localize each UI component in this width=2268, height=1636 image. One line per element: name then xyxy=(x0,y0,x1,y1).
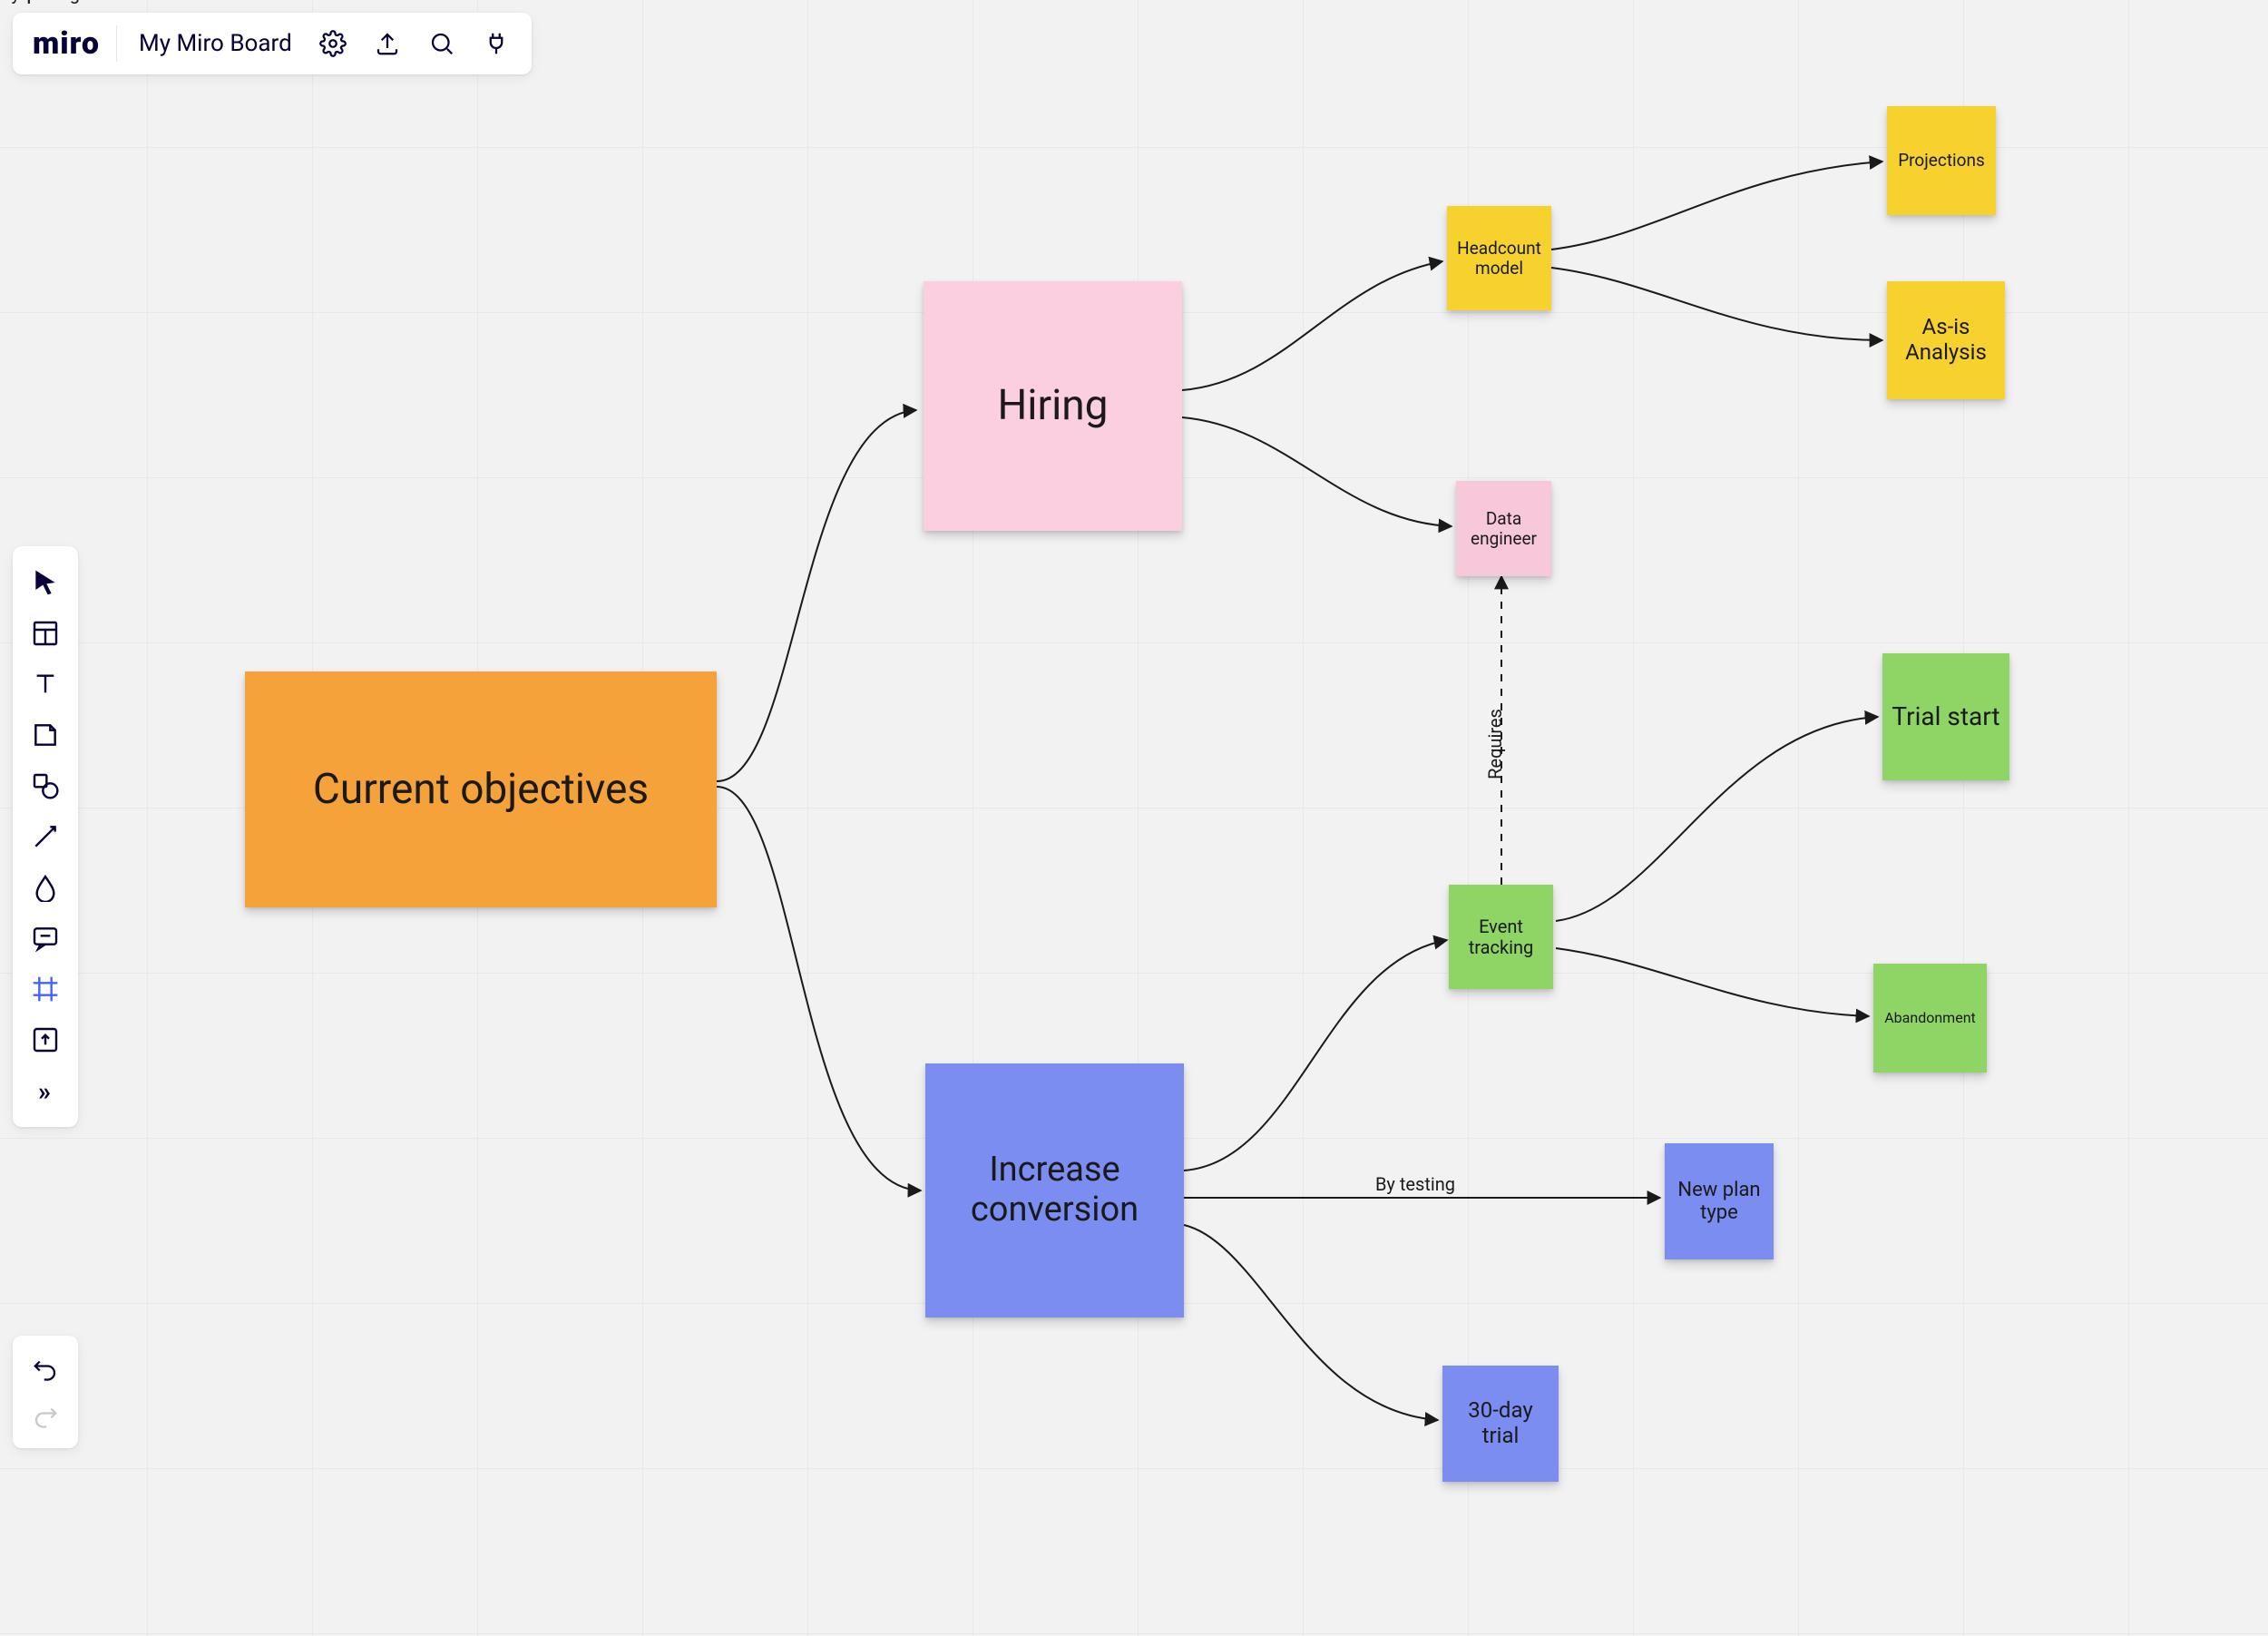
edge-label: Includes xyxy=(0,0,68,5)
edge-label: Includes xyxy=(0,0,68,5)
node-projections[interactable]: Projections xyxy=(1887,106,1996,215)
node-headcount-model[interactable]: Headcount model xyxy=(1447,206,1551,310)
node-event-tracking[interactable]: Event tracking xyxy=(1449,885,1553,989)
edge-label: Requires xyxy=(0,0,71,5)
node-new-plan-type[interactable]: New plan type xyxy=(1665,1143,1774,1259)
edge-label: By testing xyxy=(0,0,80,5)
node-30-day-trial[interactable]: 30-day trial xyxy=(1442,1366,1559,1482)
node-trial-start[interactable]: Trial start xyxy=(1882,653,2009,780)
node-abandonment[interactable]: Abandonment xyxy=(1873,964,1987,1073)
edge-label: Requires xyxy=(0,0,71,5)
node-asis-analysis[interactable]: As-is Analysis xyxy=(1887,281,2005,399)
node-data-engineer[interactable]: Data engineer xyxy=(1456,481,1551,576)
node-hiring[interactable]: Hiring xyxy=(924,281,1182,531)
board-canvas[interactable]: Includes Includes Requires Includes Requ… xyxy=(0,0,2268,1636)
edge-label: Requires xyxy=(1484,709,1506,779)
edge-label: Includes xyxy=(0,0,68,5)
node-increase-conversion[interactable]: Increase conversion xyxy=(925,1063,1184,1318)
node-root[interactable]: Current objectives xyxy=(245,671,717,907)
edge-label: Includes xyxy=(0,0,68,5)
edge-label: By testing xyxy=(1375,1173,1455,1195)
edge-label: Requires xyxy=(0,0,71,5)
edge-label: Includes xyxy=(0,0,68,5)
